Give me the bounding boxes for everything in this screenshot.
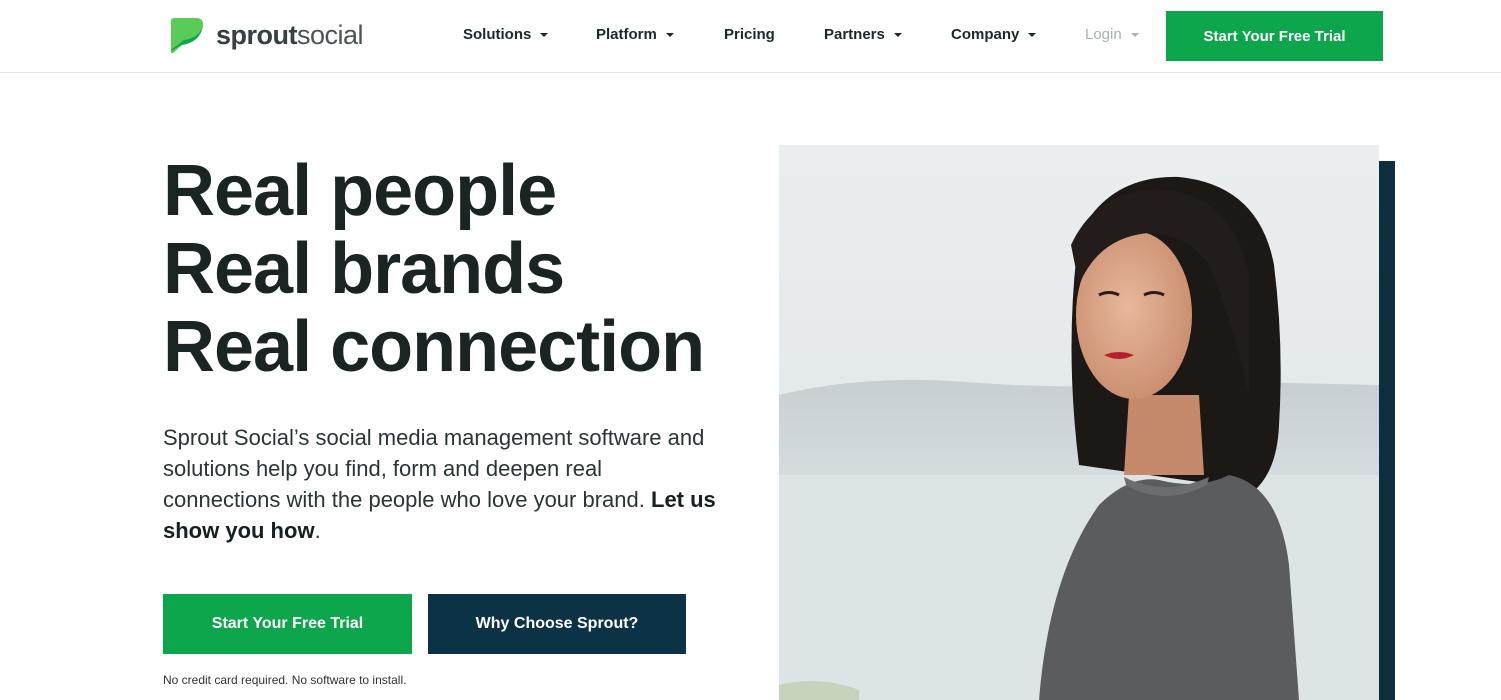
headline-line: Real connection xyxy=(163,307,705,387)
sprout-leaf-icon xyxy=(171,18,204,54)
logo-wordmark-social: social xyxy=(297,20,364,50)
hero-headline: Real people Real brands Real connection xyxy=(163,151,705,387)
start-free-trial-button[interactable]: Start Your Free Trial xyxy=(163,594,412,654)
nav-item-label: Login xyxy=(1085,26,1122,43)
hero-portrait-photo xyxy=(779,145,1379,700)
nav-item-label: Platform xyxy=(596,26,657,43)
header-free-trial-button[interactable]: Start Your Free Trial xyxy=(1166,11,1383,61)
nav-item-login[interactable]: Login xyxy=(1085,26,1139,43)
decorative-accent-bar xyxy=(1379,161,1395,700)
why-choose-sprout-button[interactable]: Why Choose Sprout? xyxy=(428,594,686,654)
headline-line: Real people xyxy=(163,151,557,231)
hero-description-period: . xyxy=(314,518,321,543)
caret-down-icon xyxy=(540,32,549,37)
nav-item-label: Company xyxy=(951,26,1020,43)
portrait-illustration xyxy=(779,145,1379,700)
nav-item-platform[interactable]: Platform xyxy=(596,26,674,43)
hero-description: Sprout Social’s social media management … xyxy=(163,422,723,546)
caret-down-icon xyxy=(1028,32,1037,37)
nav-item-pricing[interactable]: Pricing xyxy=(724,26,775,43)
caret-down-icon xyxy=(1130,32,1139,37)
caret-down-icon xyxy=(665,32,674,37)
site-header: sproutsocial Solutions Platform Pricing … xyxy=(0,0,1501,73)
nav-item-company[interactable]: Company xyxy=(951,26,1037,43)
nav-item-label: Pricing xyxy=(724,26,775,43)
caret-down-icon xyxy=(893,32,902,37)
logo-wordmark-sprout: sprout xyxy=(216,20,298,50)
hero-description-text: Sprout Social’s social media management … xyxy=(163,425,705,512)
nav-item-label: Partners xyxy=(824,26,885,43)
fineprint-note: No credit card required. No software to … xyxy=(163,673,407,687)
headline-line: Real brands xyxy=(163,229,565,309)
nav-item-label: Solutions xyxy=(463,26,532,43)
sprout-social-logo[interactable]: sproutsocial xyxy=(169,16,364,55)
logo-wordmark: sproutsocial xyxy=(216,20,364,50)
nav-item-partners[interactable]: Partners xyxy=(824,26,902,43)
nav-item-solutions[interactable]: Solutions xyxy=(463,26,549,43)
